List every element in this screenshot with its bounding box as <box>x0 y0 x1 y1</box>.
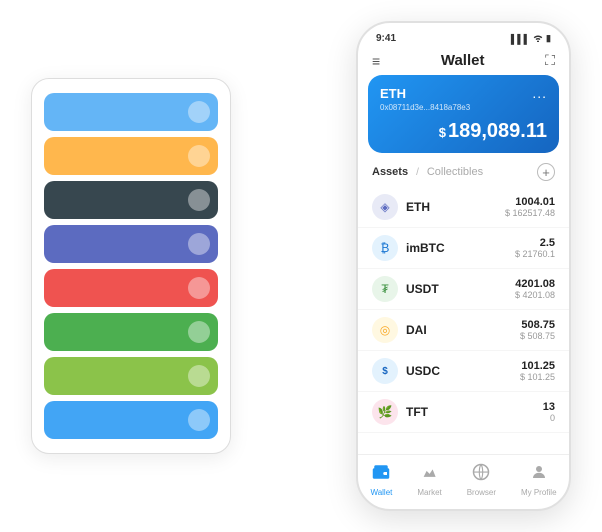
nav-title: Wallet <box>441 52 485 69</box>
card-stack-item-2[interactable] <box>44 181 218 219</box>
nav-profile[interactable]: My Profile <box>521 463 557 497</box>
card-address: 0x08711d3e...8418a78e3 <box>380 103 547 112</box>
card-stack-item-3[interactable] <box>44 225 218 263</box>
usdt-amount: 4201.08 <box>515 278 555 290</box>
tab-divider: / <box>416 167 419 178</box>
nav-wallet[interactable]: Wallet <box>370 463 392 497</box>
tft-amount: 13 <box>543 401 555 413</box>
status-icons: ▌▌▌ ▮ <box>511 33 551 44</box>
signal-icon: ▌▌▌ <box>511 34 530 44</box>
card-stack-item-0[interactable] <box>44 93 218 131</box>
wallet-nav-label: Wallet <box>370 488 392 497</box>
status-bar: 9:41 ▌▌▌ ▮ <box>358 23 569 48</box>
card-dot-1 <box>188 145 210 167</box>
asset-row-imbtc[interactable]: ₿ imBTC 2.5 $ 21760.1 <box>358 228 569 269</box>
tab-collectibles[interactable]: Collectibles <box>427 166 483 178</box>
hamburger-icon[interactable]: ≡ <box>372 53 380 69</box>
tft-usd: 0 <box>543 413 555 423</box>
usdt-icon: ₮ <box>372 276 398 302</box>
browser-nav-label: Browser <box>467 488 496 497</box>
eth-amount: 1004.01 <box>505 196 555 208</box>
status-time: 9:41 <box>376 33 396 44</box>
dai-amounts: 508.75 $ 508.75 <box>520 319 555 341</box>
asset-name-tft: TFT <box>406 405 543 419</box>
phone-mockup: 9:41 ▌▌▌ ▮ ≡ Wallet ⛶ ETH ... 0x08711d3e… <box>356 21 571 511</box>
eth-amounts: 1004.01 $ 162517.48 <box>505 196 555 218</box>
card-header: ETH ... <box>380 85 547 101</box>
imbtc-icon: ₿ <box>372 235 398 261</box>
asset-row-tft[interactable]: 🌿 TFT 13 0 <box>358 392 569 433</box>
wifi-icon <box>533 34 543 44</box>
card-stack-item-5[interactable] <box>44 313 218 351</box>
card-menu-dots[interactable]: ... <box>532 85 547 101</box>
tab-assets[interactable]: Assets <box>372 166 408 178</box>
card-stack-item-4[interactable] <box>44 269 218 307</box>
browser-nav-icon <box>472 463 490 486</box>
assets-tabs: Assets / Collectibles + <box>358 161 569 187</box>
usdc-usd: $ 101.25 <box>520 372 555 382</box>
imbtc-amount: 2.5 <box>515 237 555 249</box>
card-dot-6 <box>188 365 210 387</box>
dai-icon: ◎ <box>372 317 398 343</box>
scene: 9:41 ▌▌▌ ▮ ≡ Wallet ⛶ ETH ... 0x08711d3e… <box>11 11 591 521</box>
asset-name-usdc: USDC <box>406 364 520 378</box>
dai-usd: $ 508.75 <box>520 331 555 341</box>
tft-amounts: 13 0 <box>543 401 555 423</box>
asset-row-eth[interactable]: ◈ ETH 1004.01 $ 162517.48 <box>358 187 569 228</box>
card-stack-item-6[interactable] <box>44 357 218 395</box>
card-currency: ETH <box>380 86 406 101</box>
nav-header: ≡ Wallet ⛶ <box>358 48 569 75</box>
asset-name-usdt: USDT <box>406 282 515 296</box>
usdt-usd: $ 4201.08 <box>515 290 555 300</box>
nav-market[interactable]: Market <box>417 463 441 497</box>
card-amount: $189,089.11 <box>380 120 547 143</box>
battery-icon: ▮ <box>546 33 551 44</box>
profile-nav-label: My Profile <box>521 488 557 497</box>
card-stack-item-1[interactable] <box>44 137 218 175</box>
asset-row-usdt[interactable]: ₮ USDT 4201.08 $ 4201.08 <box>358 269 569 310</box>
usdc-amount: 101.25 <box>520 360 555 372</box>
asset-list: ◈ ETH 1004.01 $ 162517.48 ₿ imBTC 2.5 $ … <box>358 187 569 454</box>
imbtc-amounts: 2.5 $ 21760.1 <box>515 237 555 259</box>
balance-card[interactable]: ETH ... 0x08711d3e...8418a78e3 $189,089.… <box>368 75 559 153</box>
asset-name-dai: DAI <box>406 323 520 337</box>
add-asset-button[interactable]: + <box>537 163 555 181</box>
market-nav-icon <box>421 463 439 486</box>
asset-name-imbtc: imBTC <box>406 241 515 255</box>
card-dot-4 <box>188 277 210 299</box>
wallet-nav-icon <box>372 463 390 486</box>
tab-group: Assets / Collectibles <box>372 166 483 178</box>
usdc-amounts: 101.25 $ 101.25 <box>520 360 555 382</box>
profile-nav-icon <box>530 463 548 486</box>
market-nav-label: Market <box>417 488 441 497</box>
tft-icon: 🌿 <box>372 399 398 425</box>
bottom-nav: Wallet Market Browser My Profile <box>358 454 569 509</box>
imbtc-usd: $ 21760.1 <box>515 249 555 259</box>
card-dot-3 <box>188 233 210 255</box>
dai-amount: 508.75 <box>520 319 555 331</box>
asset-row-usdc[interactable]: $ USDC 101.25 $ 101.25 <box>358 351 569 392</box>
card-dot-7 <box>188 409 210 431</box>
usdt-amounts: 4201.08 $ 4201.08 <box>515 278 555 300</box>
card-dot-0 <box>188 101 210 123</box>
card-stack <box>31 78 231 454</box>
expand-icon[interactable]: ⛶ <box>545 52 555 69</box>
asset-name-eth: ETH <box>406 200 505 214</box>
card-dot-5 <box>188 321 210 343</box>
usdc-icon: $ <box>372 358 398 384</box>
nav-browser[interactable]: Browser <box>467 463 496 497</box>
asset-row-dai[interactable]: ◎ DAI 508.75 $ 508.75 <box>358 310 569 351</box>
eth-icon: ◈ <box>372 194 398 220</box>
eth-usd: $ 162517.48 <box>505 208 555 218</box>
card-dot-2 <box>188 189 210 211</box>
card-stack-item-7[interactable] <box>44 401 218 439</box>
